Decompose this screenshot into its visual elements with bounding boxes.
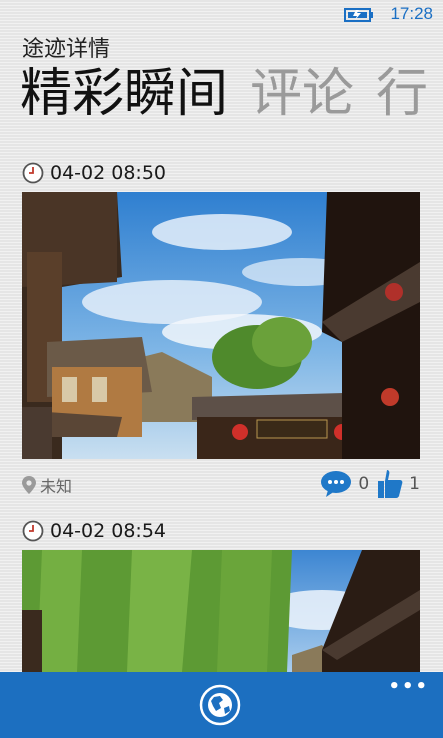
battery-icon bbox=[344, 8, 373, 22]
pivot-tab-moments[interactable]: 精彩瞬间 bbox=[20, 64, 228, 124]
thumbs-up-icon[interactable] bbox=[377, 469, 403, 499]
clock-icon bbox=[22, 162, 44, 184]
moment-photo[interactable] bbox=[22, 192, 420, 459]
moment-item: 04-02 08:50 未知 0 1 bbox=[22, 158, 420, 498]
comment-count: 0 bbox=[358, 474, 370, 494]
more-icon[interactable]: ••• bbox=[388, 676, 429, 697]
pivot-header: 精彩瞬间 评论行 bbox=[20, 62, 443, 126]
moment-header: 04-02 08:54 bbox=[22, 516, 420, 546]
location: 未知 bbox=[22, 473, 72, 497]
status-bar: 17:28 bbox=[0, 0, 443, 30]
pivot-tab-comments[interactable]: 评论 bbox=[250, 64, 354, 124]
like-count: 1 bbox=[409, 474, 420, 494]
pivot-tab-trip[interactable]: 行 bbox=[376, 64, 428, 124]
location-text: 未知 bbox=[40, 477, 73, 496]
comment-icon[interactable] bbox=[320, 470, 352, 498]
globe-icon[interactable] bbox=[199, 684, 241, 726]
status-time: 17:28 bbox=[390, 4, 433, 23]
moment-header: 04-02 08:50 bbox=[22, 158, 420, 188]
moment-meta: 未知 0 1 bbox=[22, 469, 420, 499]
moment-time: 04-02 08:50 bbox=[50, 162, 167, 184]
app-bar: ••• bbox=[0, 672, 443, 738]
location-pin-icon bbox=[22, 476, 36, 494]
moment-stats: 0 1 bbox=[320, 469, 420, 499]
moment-time: 04-02 08:54 bbox=[50, 520, 167, 542]
moment-photo[interactable] bbox=[22, 550, 420, 672]
clock-icon bbox=[22, 520, 44, 542]
app-title: 途迹详情 bbox=[22, 37, 111, 62]
moment-item: 04-02 08:54 bbox=[22, 516, 420, 672]
